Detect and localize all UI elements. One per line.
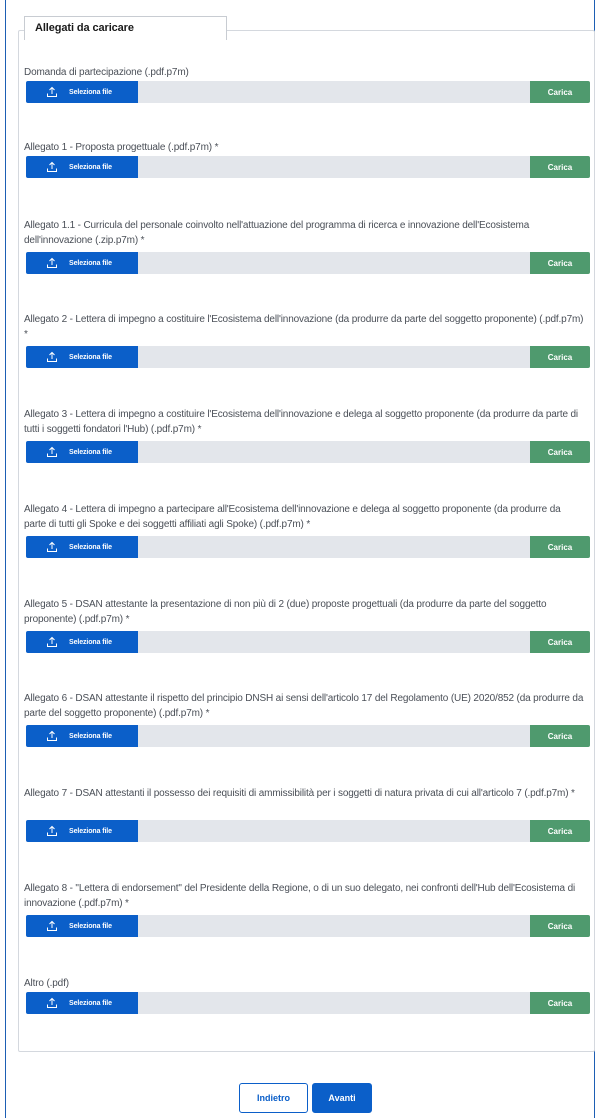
attachment-label: Allegato 1 - Proposta progettuale (.pdf.…: [24, 142, 219, 153]
file-name-field[interactable]: [138, 820, 530, 842]
file-name-field[interactable]: [138, 441, 530, 463]
file-name-field[interactable]: [138, 992, 530, 1014]
attachment-field: Allegato 1 - Proposta progettuale (.pdf.…: [24, 141, 590, 178]
upload-button[interactable]: Carica: [530, 631, 590, 653]
attachment-field: Altro (.pdf) Seleziona file Carica: [24, 977, 590, 1014]
attachment-field: Allegato 4 - Lettera di impegno a partec…: [24, 503, 590, 558]
select-file-label: Seleziona file: [69, 922, 112, 930]
upload-button[interactable]: Carica: [530, 441, 590, 463]
upload-button[interactable]: Carica: [530, 252, 590, 274]
select-file-button[interactable]: Seleziona file: [26, 441, 138, 463]
upload-row: Seleziona file Carica: [26, 346, 590, 368]
file-name-field[interactable]: [138, 346, 530, 368]
attachment-field: Allegato 8 - "Lettera di endorsement" de…: [24, 882, 590, 937]
file-name-field[interactable]: [138, 156, 530, 178]
attachment-label: Allegato 6 - DSAN attestante il rispetto…: [24, 693, 584, 719]
select-file-button[interactable]: Seleziona file: [26, 631, 138, 653]
file-name-field[interactable]: [138, 252, 530, 274]
attachments-legend: Allegati da caricare: [24, 16, 227, 40]
upload-row: Seleziona file Carica: [26, 81, 590, 103]
upload-icon: [47, 825, 57, 836]
upload-icon: [47, 541, 57, 552]
select-file-button[interactable]: Seleziona file: [26, 992, 138, 1014]
upload-row: Seleziona file Carica: [26, 156, 590, 178]
upload-row: Seleziona file Carica: [26, 252, 590, 274]
attachment-field: Allegato 7 - DSAN attestanti il possesso…: [24, 787, 590, 842]
attachment-label: Allegato 2 - Lettera di impegno a costit…: [24, 314, 584, 340]
select-file-button[interactable]: Seleziona file: [26, 725, 138, 747]
upload-row: Seleziona file Carica: [26, 992, 590, 1014]
upload-button[interactable]: Carica: [530, 915, 590, 937]
file-name-field[interactable]: [138, 631, 530, 653]
back-button[interactable]: Indietro: [239, 1083, 308, 1113]
select-file-button[interactable]: Seleziona file: [26, 536, 138, 558]
upload-icon: [47, 920, 57, 931]
upload-icon: [47, 636, 57, 647]
upload-button[interactable]: Carica: [530, 81, 590, 103]
upload-row: Seleziona file Carica: [26, 441, 590, 463]
upload-row: Seleziona file Carica: [26, 915, 590, 937]
upload-row: Seleziona file Carica: [26, 725, 590, 747]
upload-button[interactable]: Carica: [530, 156, 590, 178]
select-file-label: Seleziona file: [69, 543, 112, 551]
upload-button[interactable]: Carica: [530, 725, 590, 747]
select-file-label: Seleziona file: [69, 638, 112, 646]
select-file-label: Seleziona file: [69, 163, 112, 171]
select-file-label: Seleziona file: [69, 732, 112, 740]
attachment-label: Allegato 4 - Lettera di impegno a partec…: [24, 504, 561, 530]
select-file-label: Seleziona file: [69, 259, 112, 267]
attachment-label: Allegato 5 - DSAN attestante la presenta…: [24, 599, 547, 625]
select-file-label: Seleziona file: [69, 353, 112, 361]
upload-icon: [47, 86, 57, 97]
select-file-label: Seleziona file: [69, 448, 112, 456]
select-file-label: Seleziona file: [69, 827, 112, 835]
select-file-button[interactable]: Seleziona file: [26, 820, 138, 842]
upload-button[interactable]: Carica: [530, 346, 590, 368]
frame-left-border: [5, 0, 6, 1118]
attachment-label: Allegato 3 - Lettera di impegno a costit…: [24, 409, 578, 435]
upload-row: Seleziona file Carica: [26, 536, 590, 558]
select-file-button[interactable]: Seleziona file: [26, 915, 138, 937]
attachment-label: Domanda di partecipazione (.pdf.p7m): [24, 67, 189, 78]
attachment-label: Allegato 1.1 - Curricula del personale c…: [24, 220, 530, 246]
select-file-button[interactable]: Seleziona file: [26, 156, 138, 178]
upload-icon: [47, 351, 57, 362]
file-name-field[interactable]: [138, 81, 530, 103]
attachment-field: Allegato 5 - DSAN attestante la presenta…: [24, 598, 590, 653]
next-button[interactable]: Avanti: [312, 1083, 372, 1113]
upload-button[interactable]: Carica: [530, 820, 590, 842]
attachment-field: Allegato 3 - Lettera di impegno a costit…: [24, 408, 590, 463]
file-name-field[interactable]: [138, 536, 530, 558]
upload-row: Seleziona file Carica: [26, 631, 590, 653]
attachment-field: Allegato 2 - Lettera di impegno a costit…: [24, 313, 590, 368]
file-name-field[interactable]: [138, 915, 530, 937]
attachment-label: Allegato 8 - "Lettera di endorsement" de…: [24, 883, 576, 909]
select-file-button[interactable]: Seleziona file: [26, 81, 138, 103]
attachment-label: Altro (.pdf): [24, 978, 69, 989]
upload-icon: [47, 730, 57, 741]
attachment-field: Domanda di partecipazione (.pdf.p7m) Sele…: [24, 66, 590, 103]
upload-icon: [47, 161, 57, 172]
file-name-field[interactable]: [138, 725, 530, 747]
upload-icon: [47, 446, 57, 457]
attachment-field: Allegato 1.1 - Curricula del personale c…: [24, 219, 590, 274]
select-file-label: Seleziona file: [69, 88, 112, 96]
attachment-label: Allegato 7 - DSAN attestanti il possesso…: [24, 788, 575, 799]
upload-row: Seleziona file Carica: [26, 820, 590, 842]
select-file-button[interactable]: Seleziona file: [26, 252, 138, 274]
upload-icon: [47, 257, 57, 268]
attachment-field: Allegato 6 - DSAN attestante il rispetto…: [24, 692, 590, 747]
select-file-button[interactable]: Seleziona file: [26, 346, 138, 368]
upload-icon: [47, 997, 57, 1008]
upload-button[interactable]: Carica: [530, 992, 590, 1014]
upload-button[interactable]: Carica: [530, 536, 590, 558]
select-file-label: Seleziona file: [69, 999, 112, 1007]
